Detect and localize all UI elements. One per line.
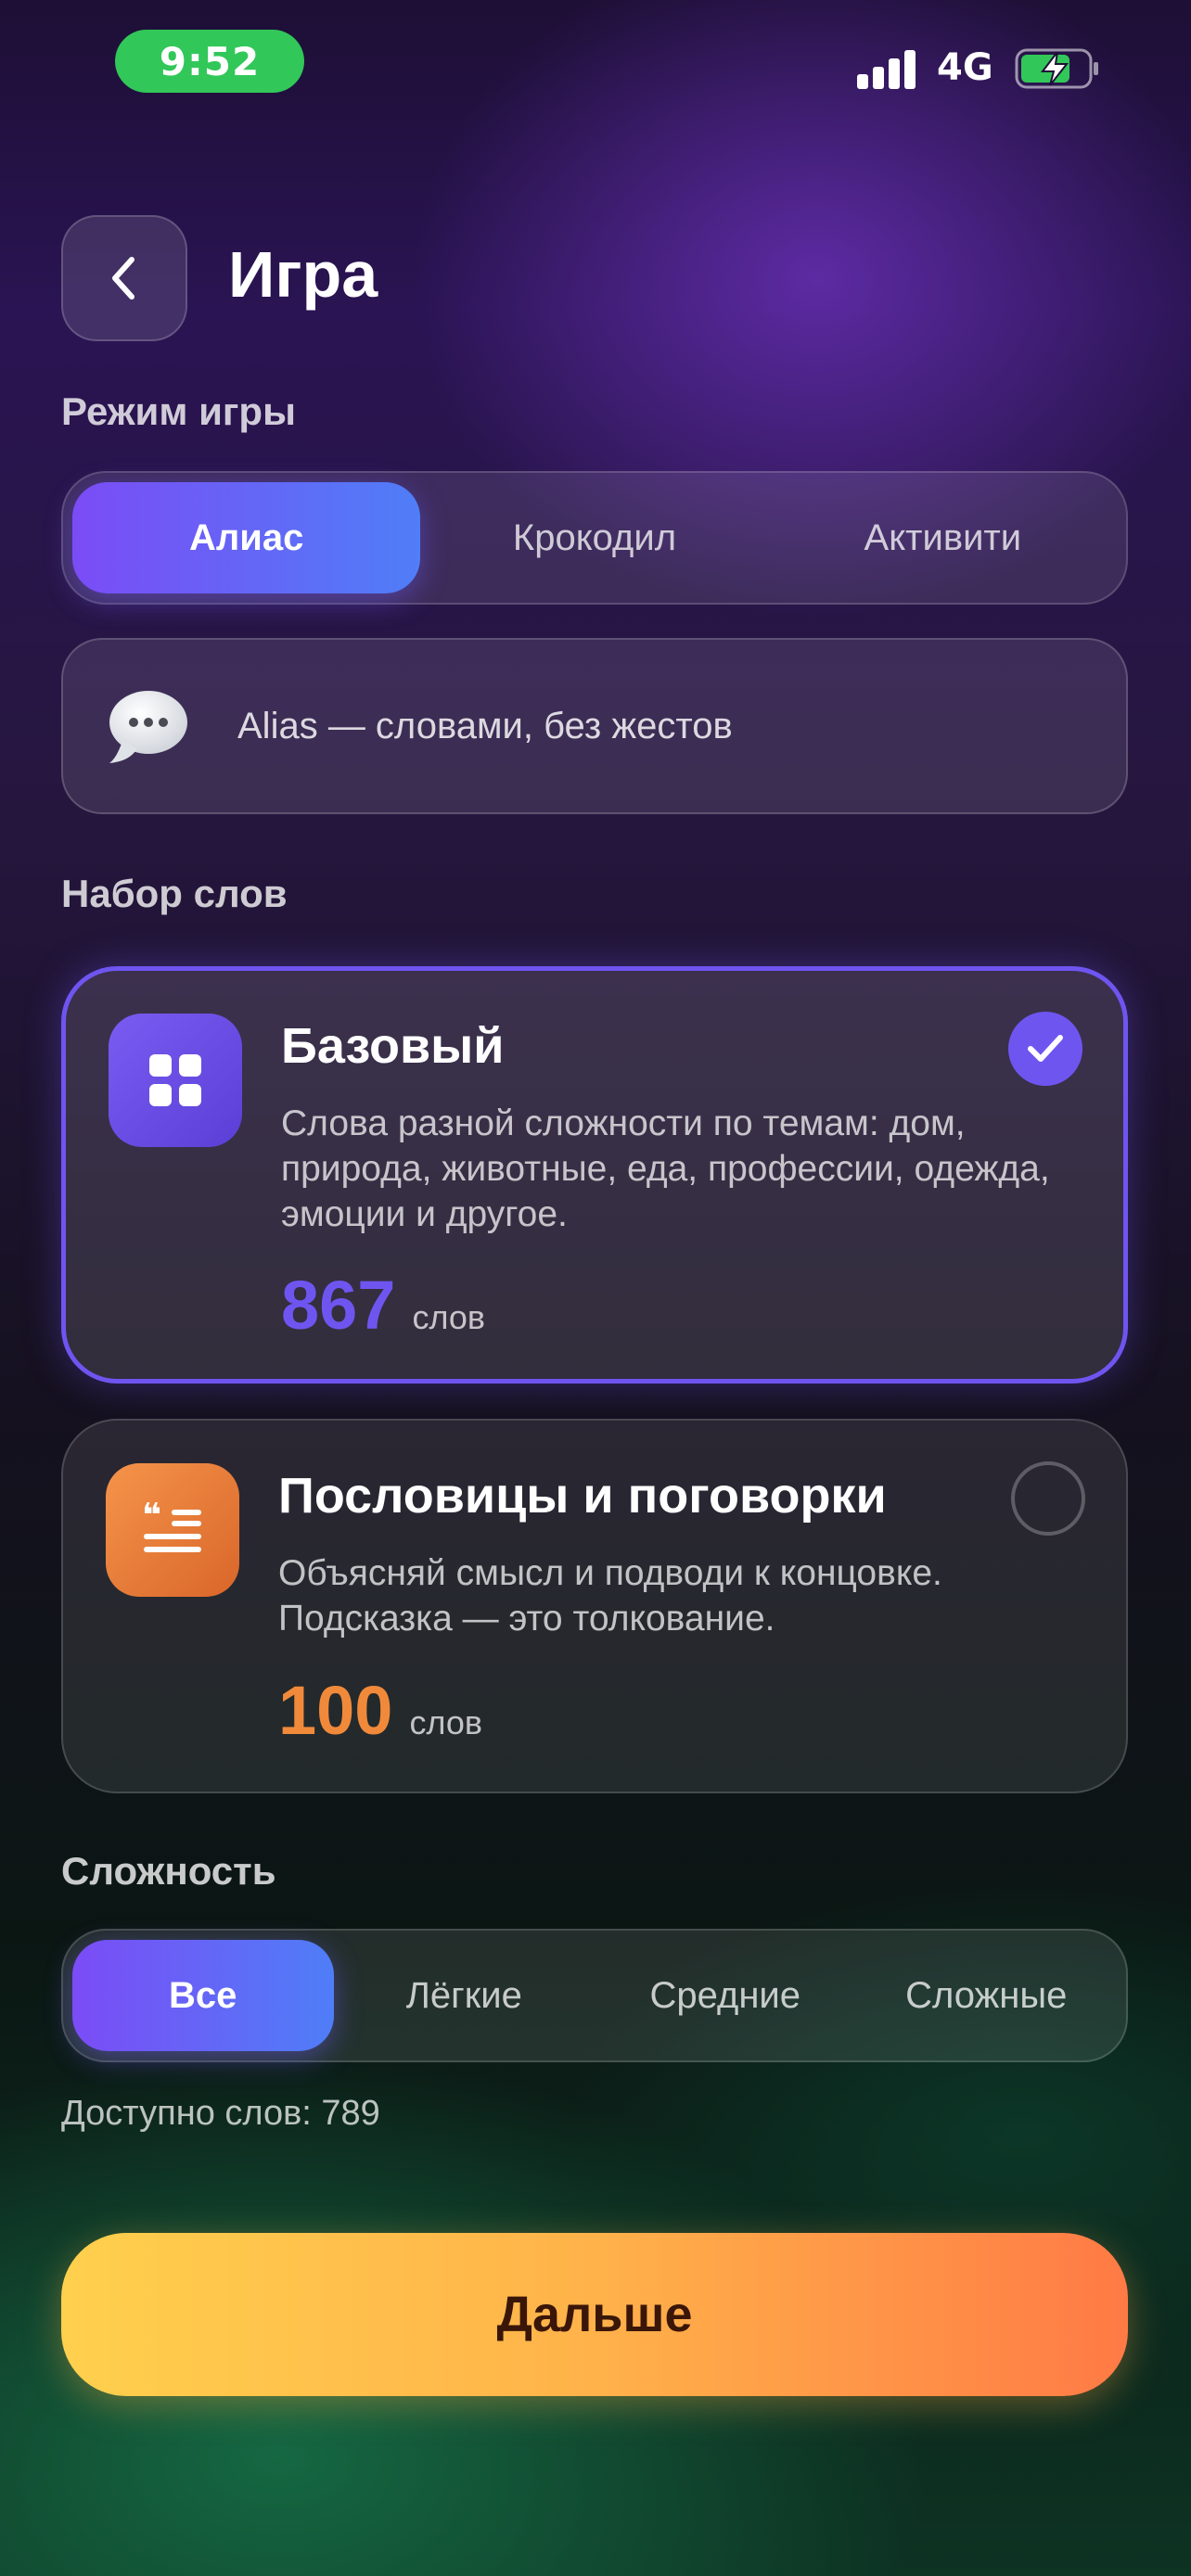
mode-tab-activity[interactable]: Активити xyxy=(769,482,1117,593)
pack-selected-radio[interactable] xyxy=(1008,1012,1082,1086)
pack-description: Слова разной сложности по темам: дом, пр… xyxy=(281,1103,1050,1234)
mode-info-box: Alias — словами, без жестов xyxy=(61,638,1128,814)
battery-charging-icon xyxy=(1015,48,1098,89)
pack-card-basic[interactable]: Базовый Слова разной сложности по темам:… xyxy=(61,966,1128,1384)
mode-tab-crocodile[interactable]: Крокодил xyxy=(420,482,768,593)
checkmark-icon xyxy=(1028,1035,1063,1062)
status-time: 9:52 xyxy=(115,30,304,93)
mode-segmented-control: Алиас Крокодил Активити xyxy=(61,471,1128,605)
difficulty-section-label: Сложность xyxy=(61,1849,276,1893)
pack-count-number: 100 xyxy=(278,1672,393,1749)
quote-list-icon: ❝ xyxy=(106,1463,239,1597)
mode-tab-alias[interactable]: Алиас xyxy=(72,482,421,593)
signal-icon xyxy=(857,48,916,89)
page-title: Игра xyxy=(228,238,378,311)
speech-bubble-icon xyxy=(109,691,187,763)
grid-icon xyxy=(109,1014,242,1147)
pack-title: Пословицы и поговорки xyxy=(278,1468,887,1524)
network-type: 4G xyxy=(937,46,993,89)
svg-text:❝: ❝ xyxy=(142,1502,161,1535)
pack-count-unit: слов xyxy=(409,1703,483,1741)
mode-section-label: Режим игры xyxy=(61,389,296,433)
difficulty-tab-easy[interactable]: Лёгкие xyxy=(334,1940,596,2051)
pack-count: 100 слов xyxy=(278,1671,482,1750)
difficulty-tab-all[interactable]: Все xyxy=(72,1940,334,2051)
pack-count: 867 слов xyxy=(281,1266,485,1345)
pack-count-number: 867 xyxy=(281,1267,396,1344)
pack-unselected-radio[interactable] xyxy=(1011,1461,1085,1536)
difficulty-segmented-control: Все Лёгкие Средние Сложные xyxy=(61,1929,1128,2062)
pack-count-unit: слов xyxy=(412,1298,486,1336)
back-button[interactable] xyxy=(61,215,187,341)
packs-section-label: Набор слов xyxy=(61,872,288,915)
pack-description: Объясняй смысл и подводи к концовке. Под… xyxy=(278,1553,942,1639)
available-words-text: Доступно слов: 789 xyxy=(61,2094,380,2133)
next-button[interactable]: Дальше xyxy=(61,2233,1128,2396)
pack-card-proverbs[interactable]: ❝ Пословицы и поговорки Объясняй смысл и… xyxy=(61,1419,1128,1793)
pack-title: Базовый xyxy=(281,1018,505,1074)
difficulty-tab-medium[interactable]: Средние xyxy=(595,1940,856,2051)
mode-info-text: Alias — словами, без жестов xyxy=(237,705,733,746)
chevron-left-icon xyxy=(112,257,134,300)
difficulty-tab-hard[interactable]: Сложные xyxy=(856,1940,1118,2051)
